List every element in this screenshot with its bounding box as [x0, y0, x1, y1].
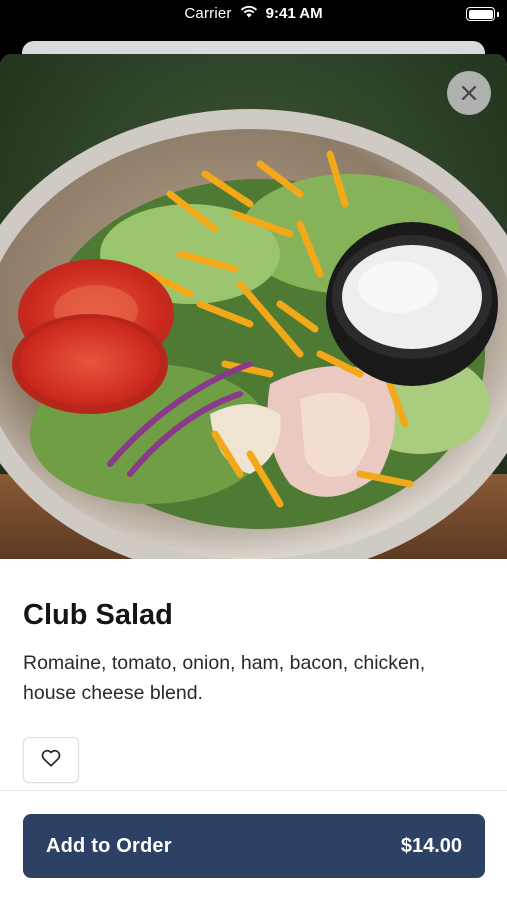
- clock: 9:41 AM: [265, 5, 323, 22]
- item-description: Romaine, tomato, onion, ham, bacon, chic…: [23, 652, 426, 704]
- close-button[interactable]: [447, 71, 491, 115]
- item-detail-sheet: Club Salad Romaine, tomato, onion, ham, …: [0, 54, 507, 900]
- carrier-label: Carrier: [184, 5, 232, 22]
- add-to-order-label: Add to Order: [46, 834, 172, 857]
- item-title: Club Salad: [23, 599, 173, 631]
- price-label: $14.00: [400, 834, 462, 857]
- close-icon: [460, 84, 478, 102]
- divider: [0, 790, 507, 791]
- heart-icon: [41, 749, 61, 772]
- battery-fill: [468, 9, 493, 19]
- status-bar: Carrier 9:41 AM: [0, 0, 507, 34]
- salad-photo: [0, 54, 507, 559]
- add-to-order-button[interactable]: Add to Order $14.00: [23, 814, 485, 878]
- wifi-icon: [240, 5, 258, 22]
- battery-icon: [466, 7, 499, 21]
- item-photo: [0, 54, 507, 559]
- favorite-button[interactable]: [23, 737, 79, 783]
